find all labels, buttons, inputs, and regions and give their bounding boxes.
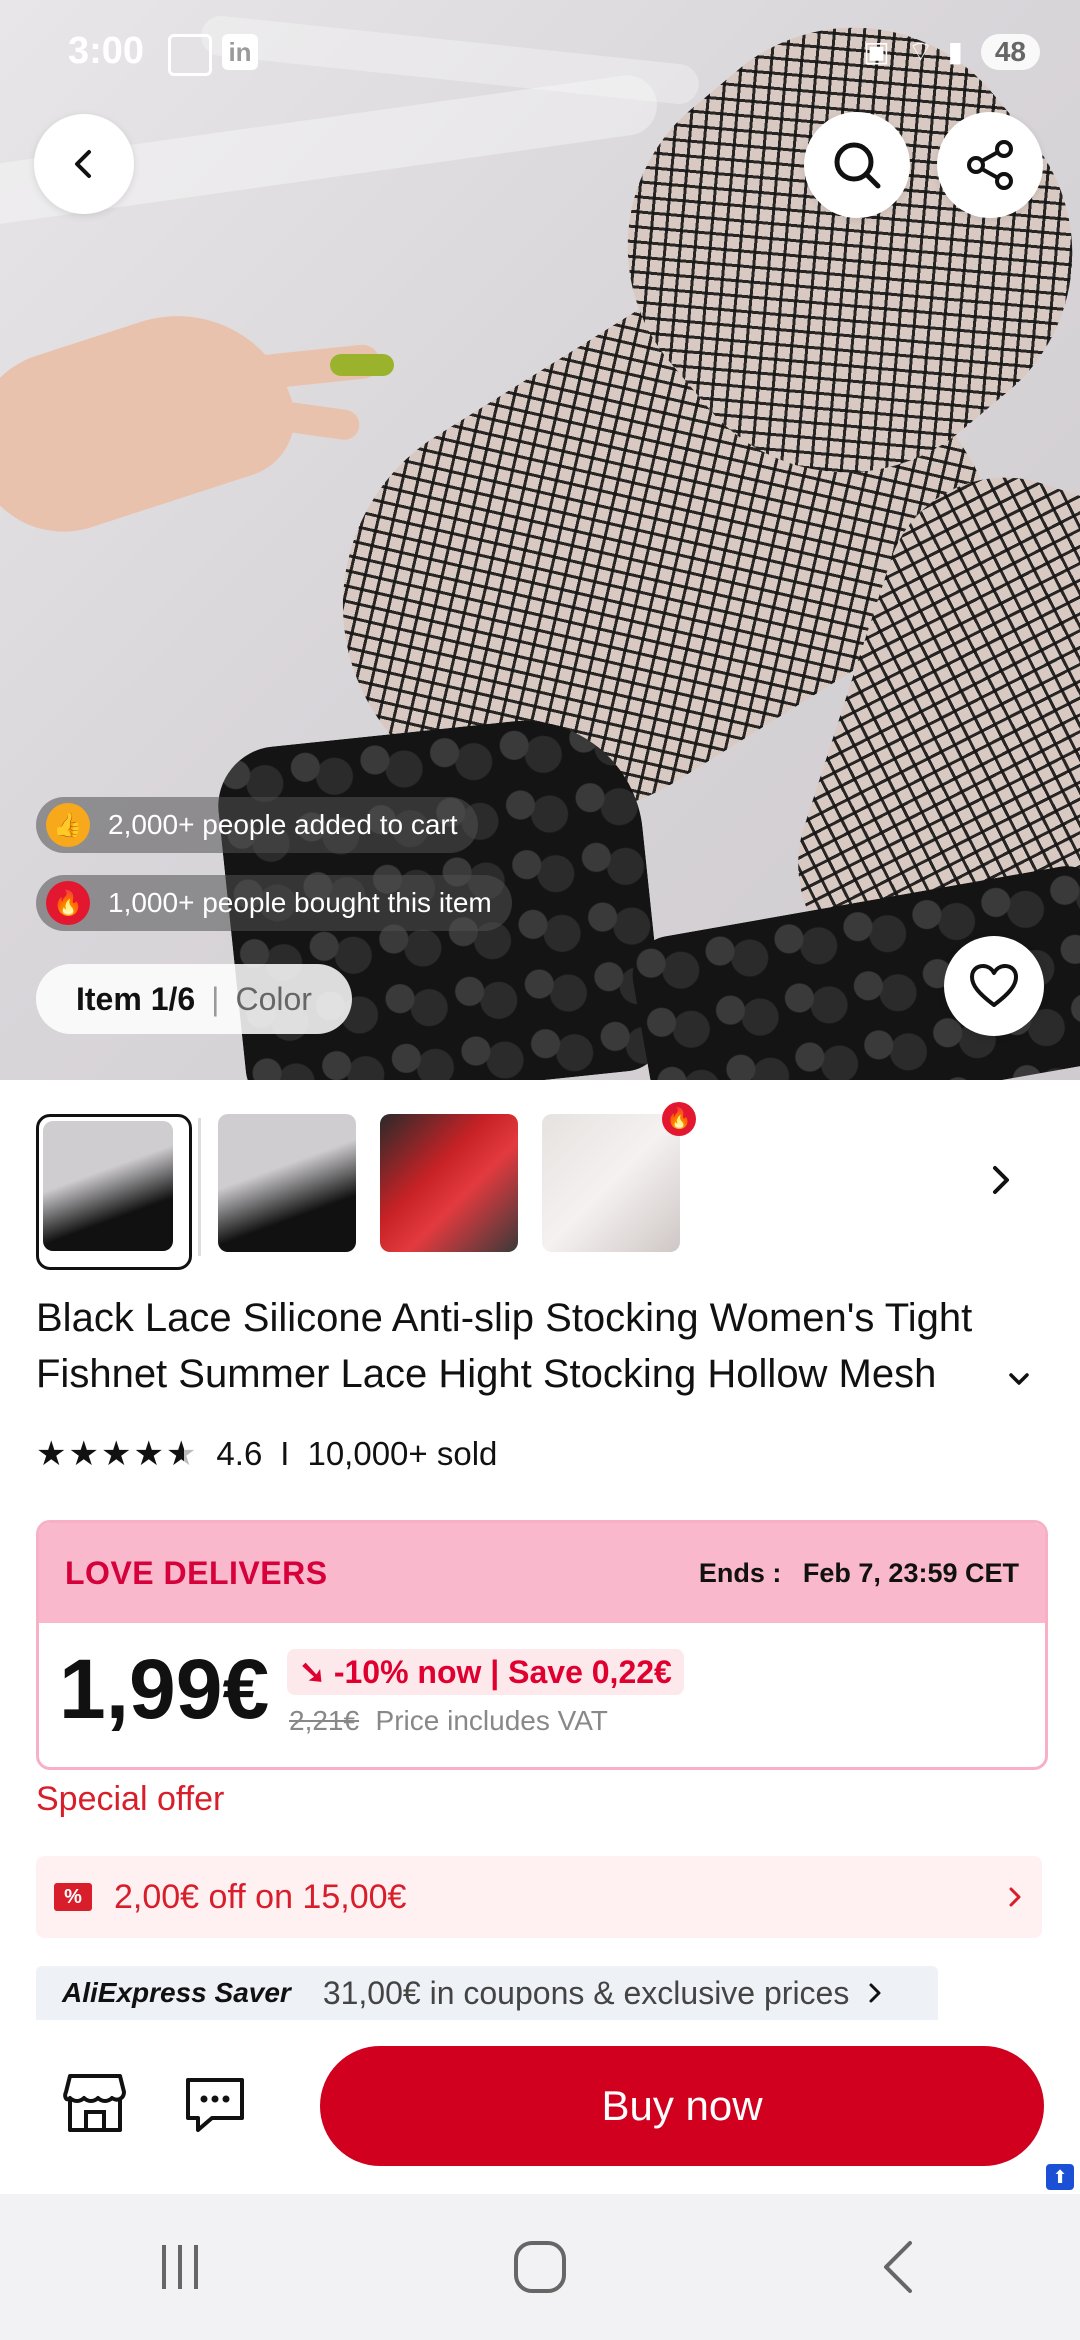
color-tab[interactable]: Color bbox=[235, 981, 311, 1018]
rating-row[interactable]: ★ ★ ★ ★ ★ 4.6 I 10,000+ sold bbox=[36, 1434, 497, 1474]
heart-icon bbox=[970, 964, 1018, 1007]
thumbnail-2[interactable] bbox=[218, 1114, 356, 1252]
signal-icon: ▮ bbox=[947, 36, 964, 67]
chevron-left-icon bbox=[75, 150, 91, 178]
bought-text: 1,000+ people bought this item bbox=[108, 887, 492, 918]
floating-upload-icon[interactable]: ⬆ bbox=[1046, 2164, 1074, 2190]
rating-separator: I bbox=[280, 1435, 290, 1472]
hot-badge-icon: 🔥 bbox=[662, 1102, 696, 1136]
thumbnail-divider bbox=[198, 1118, 201, 1256]
price-meta: 2,21€ Price includes VAT bbox=[289, 1705, 608, 1737]
store-icon bbox=[63, 2074, 126, 2132]
coupon-icon: % bbox=[54, 1883, 92, 1911]
star-icon: ★ bbox=[36, 1435, 67, 1473]
thumbnail-3[interactable] bbox=[380, 1114, 518, 1252]
image-item-pill[interactable]: Item 1/6 | Color bbox=[36, 964, 352, 1034]
linkedin-icon: in bbox=[222, 34, 258, 70]
wifi-icon: ⌔ bbox=[907, 36, 934, 67]
coupon-text: 2,00€ off on 15,00€ bbox=[114, 1877, 407, 1916]
price-area: 1,99€ ➘ -10% now | Save 0,22€ 2,21€ Price… bbox=[39, 1623, 1045, 1767]
added-to-cart-text: 2,000+ people added to cart bbox=[108, 809, 458, 840]
system-nav-bar bbox=[0, 2194, 1080, 2340]
chevron-right-icon bbox=[1009, 1887, 1021, 1907]
promo-card: LOVE DELIVERS Ends : Feb 7, 23:59 CET 1,… bbox=[36, 1520, 1048, 1770]
promo-header: LOVE DELIVERS Ends : Feb 7, 23:59 CET bbox=[39, 1523, 1045, 1623]
thumbnails-next-button[interactable] bbox=[980, 1160, 1020, 1205]
rating-value: 4.6 bbox=[216, 1435, 263, 1472]
buy-now-button[interactable]: Buy now bbox=[320, 2046, 1044, 2166]
bought-chip: 🔥 1,000+ people bought this item bbox=[36, 875, 512, 931]
thumbnail-4[interactable] bbox=[542, 1114, 680, 1252]
pill-separator: | bbox=[211, 980, 220, 1017]
original-price: 2,21€ bbox=[289, 1705, 360, 1736]
search-button[interactable] bbox=[804, 112, 910, 218]
saver-brand: AliExpress Saver bbox=[62, 1977, 291, 2008]
battery-indicator: 48 bbox=[980, 34, 1040, 70]
star-icon: ★ bbox=[100, 1435, 132, 1473]
discount-badge: ➘ -10% now | Save 0,22€ bbox=[287, 1649, 684, 1695]
back-button[interactable] bbox=[34, 114, 134, 214]
product-title-text: Black Lace Silicone Anti-slip Stocking W… bbox=[36, 1296, 973, 1396]
chevron-down-icon bbox=[1009, 1373, 1029, 1385]
aliexpress-saver-row[interactable]: AliExpress Saver 31,00€ in coupons & exc… bbox=[36, 1966, 938, 2020]
recent-apps-icon[interactable] bbox=[150, 2237, 210, 2297]
chat-button[interactable] bbox=[182, 2074, 248, 2141]
coupon-row[interactable]: % 2,00€ off on 15,00€ bbox=[36, 1856, 1042, 1938]
promo-banner: LOVE DELIVERS bbox=[65, 1554, 328, 1591]
chat-icon bbox=[186, 2078, 244, 2132]
status-time: 3:00 bbox=[68, 30, 145, 72]
chevron-right-icon bbox=[869, 1983, 881, 2003]
ends-value: Feb 7, 23:59 CET bbox=[802, 1557, 1019, 1588]
status-icons: ▣ ⌔ ▮ 48 bbox=[863, 34, 1040, 70]
thumbnail-1[interactable] bbox=[36, 1114, 192, 1270]
current-price: 1,99€ bbox=[59, 1642, 270, 1736]
home-icon[interactable] bbox=[510, 2237, 570, 2297]
back-nav-icon[interactable] bbox=[870, 2237, 930, 2297]
store-button[interactable] bbox=[62, 2072, 128, 2139]
item-index: Item 1/6 bbox=[76, 980, 196, 1017]
ends-label: Ends : bbox=[698, 1557, 782, 1588]
discount-value: -10% now | Save 0,22€ bbox=[333, 1654, 672, 1690]
product-title[interactable]: Black Lace Silicone Anti-slip Stocking W… bbox=[36, 1290, 1046, 1402]
promo-end-time: Ends : Feb 7, 23:59 CET bbox=[699, 1558, 1019, 1589]
search-icon bbox=[834, 142, 881, 189]
star-icon: ★ bbox=[133, 1435, 164, 1473]
discount-text: ➘ -10% now | Save 0,22€ bbox=[287, 1649, 684, 1695]
star-icon: ★ bbox=[68, 1435, 99, 1473]
half-star-icon: ★ bbox=[165, 1435, 197, 1473]
saver-text: 31,00€ in coupons & exclusive prices bbox=[322, 1974, 850, 2011]
share-button[interactable] bbox=[937, 112, 1043, 218]
vat-note: Price includes VAT bbox=[375, 1705, 608, 1736]
expand-title-button[interactable] bbox=[1004, 1364, 1034, 1399]
sold-count: 10,000+ sold bbox=[307, 1435, 498, 1472]
wishlist-button[interactable] bbox=[944, 936, 1044, 1036]
thumbs-up-icon: 👍 bbox=[46, 803, 90, 847]
added-to-cart-chip: 👍 2,000+ people added to cart bbox=[36, 797, 478, 853]
special-offer-label: Special offer bbox=[36, 1780, 225, 1818]
share-icon bbox=[967, 140, 1013, 190]
fire-icon: 🔥 bbox=[46, 881, 90, 925]
app-notification-icon bbox=[168, 34, 212, 76]
discount-arrow-icon: ➘ bbox=[299, 1654, 326, 1690]
notification-icons: in bbox=[168, 34, 258, 76]
chevron-right-icon bbox=[993, 1166, 1009, 1194]
upload-icon: ▣ bbox=[863, 36, 890, 67]
